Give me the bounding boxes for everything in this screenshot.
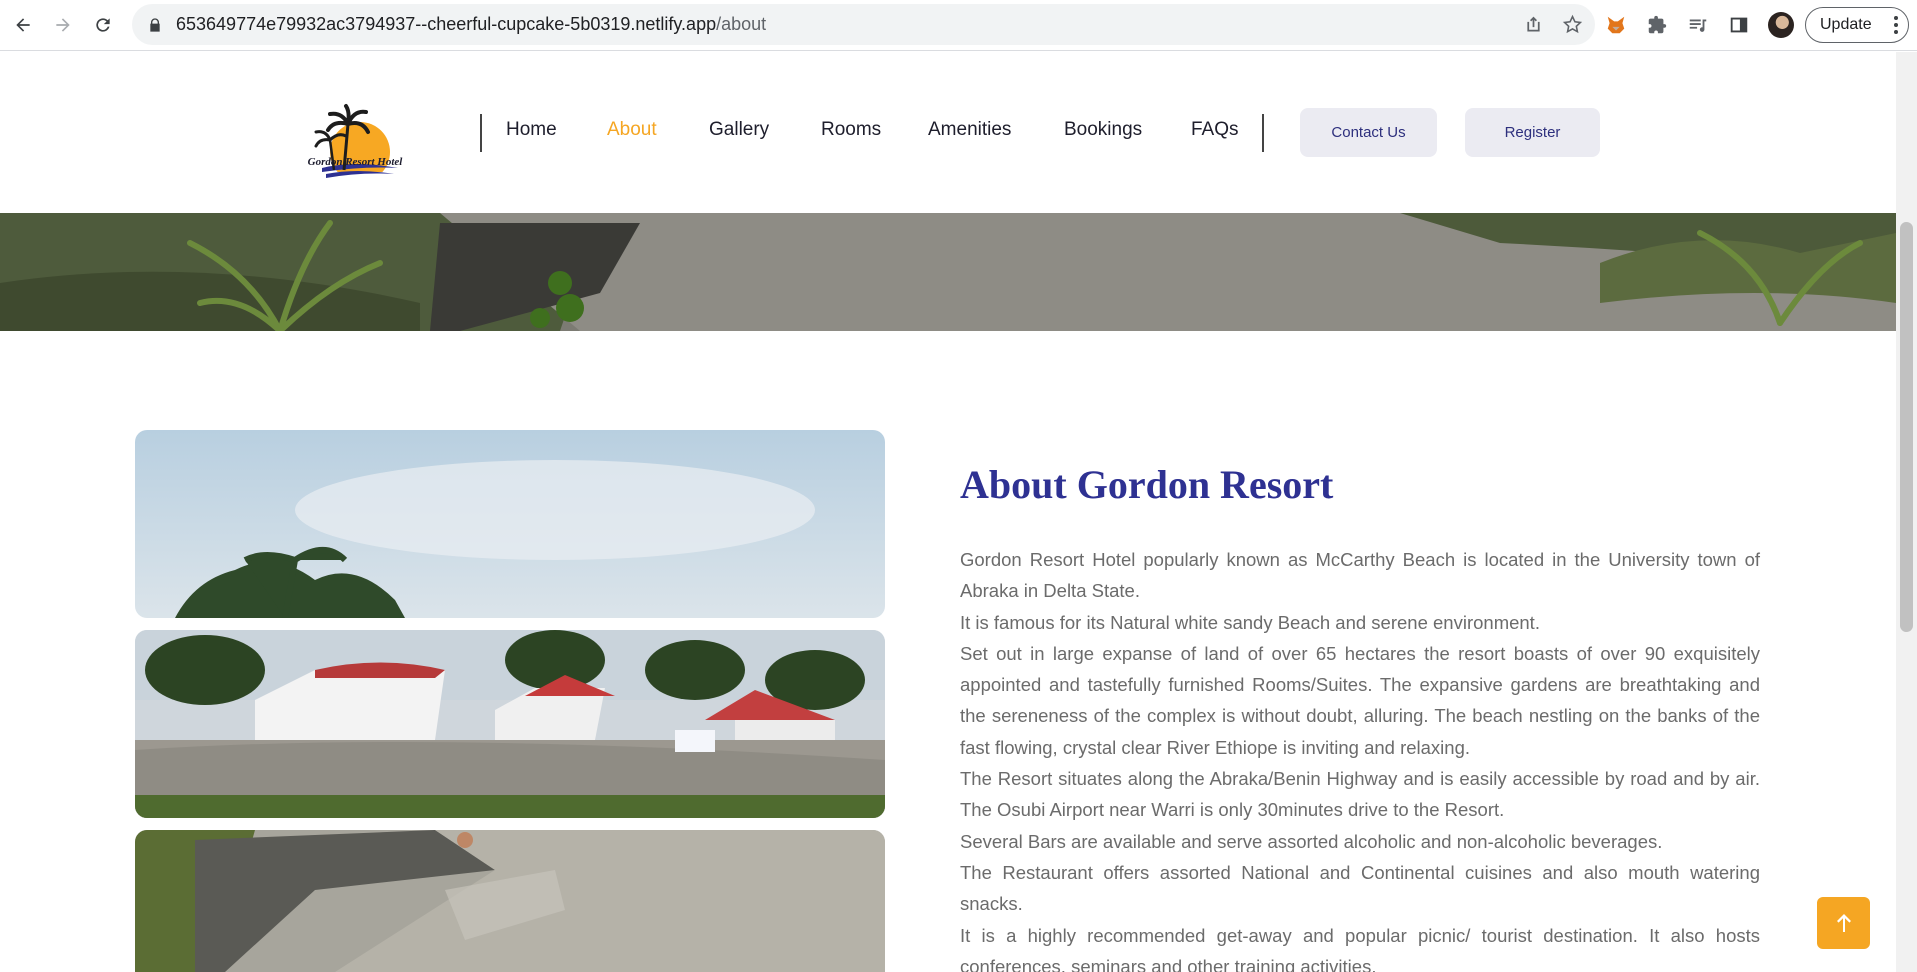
reload-button[interactable] <box>86 8 120 42</box>
back-arrow-icon <box>16 18 30 32</box>
back-to-top-button[interactable] <box>1817 897 1870 949</box>
resort-logo[interactable] <box>294 80 418 192</box>
about-title: About Gordon Resort <box>960 462 1334 507</box>
contact-us-button[interactable]: Contact Us <box>1300 108 1437 157</box>
nav-divider-left <box>480 114 482 152</box>
nav-amenities[interactable]: Amenities <box>928 119 1011 141</box>
hero-banner-image <box>0 213 1896 331</box>
url-text[interactable]: 653649774e79932ac3794937--cheerful-cupca… <box>176 14 766 35</box>
nav-about[interactable]: About <box>607 119 657 141</box>
about-paragraph: Set out in large expanse of land of over… <box>960 642 1760 758</box>
resort-sky-photo <box>135 430 885 618</box>
nav-divider-right <box>1262 114 1264 152</box>
resort-pathway-photo <box>135 830 885 972</box>
about-paragraph: The Restaurant offers assorted National … <box>960 861 1760 915</box>
about-paragraph: It is a highly recommended get-away and … <box>960 924 1760 972</box>
update-button[interactable]: Update <box>1805 7 1909 43</box>
browser-toolbar: 653649774e79932ac3794937--cheerful-cupca… <box>0 0 1917 51</box>
side-panel-icon[interactable] <box>1727 13 1751 37</box>
lock-icon <box>146 16 164 34</box>
forward-button[interactable] <box>46 8 80 42</box>
nav-bookings[interactable]: Bookings <box>1064 119 1142 141</box>
nav-home[interactable]: Home <box>506 119 557 141</box>
site-header: Gordon Resort Hotel Home About Gallery R… <box>0 52 1896 213</box>
logo-text: Gordon Resort Hotel <box>307 156 403 168</box>
url-host: 653649774e79932ac3794937--cheerful-cupca… <box>176 14 717 34</box>
resort-cottages-photo <box>135 630 885 818</box>
url-path: /about <box>716 14 767 34</box>
about-paragraph: The Resort situates along the Abraka/Ben… <box>960 768 1760 821</box>
address-bar[interactable]: 653649774e79932ac3794937--cheerful-cupca… <box>132 4 1595 45</box>
about-paragraph: It is famous for its Natural white sandy… <box>960 611 1540 633</box>
update-label: Update <box>1820 16 1872 33</box>
extensions-puzzle-icon[interactable] <box>1645 13 1669 37</box>
back-button[interactable] <box>6 8 40 42</box>
more-vert-icon <box>1894 16 1898 34</box>
reload-icon <box>96 18 110 32</box>
about-body: Gordon Resort Hotel popularly known as M… <box>960 544 1760 972</box>
about-paragraph: Several Bars are available and serve ass… <box>960 830 1663 852</box>
profile-avatar[interactable] <box>1768 12 1794 38</box>
forward-arrow-icon <box>56 18 70 32</box>
arrow-up-icon <box>1836 914 1851 932</box>
about-paragraph: Gordon Resort Hotel popularly known as M… <box>960 549 1760 602</box>
scrollbar-thumb[interactable] <box>1900 222 1913 632</box>
page-viewport: Gordon Resort Hotel Home About Gallery R… <box>0 52 1896 972</box>
nav-faqs[interactable]: FAQs <box>1191 119 1239 141</box>
metamask-fox-icon[interactable] <box>1604 13 1628 37</box>
bookmark-star-icon[interactable] <box>1562 14 1583 35</box>
nav-rooms[interactable]: Rooms <box>821 119 881 141</box>
register-button[interactable]: Register <box>1465 108 1600 157</box>
share-icon[interactable] <box>1523 14 1544 35</box>
reading-list-icon[interactable] <box>1686 13 1710 37</box>
nav-gallery[interactable]: Gallery <box>709 119 769 141</box>
